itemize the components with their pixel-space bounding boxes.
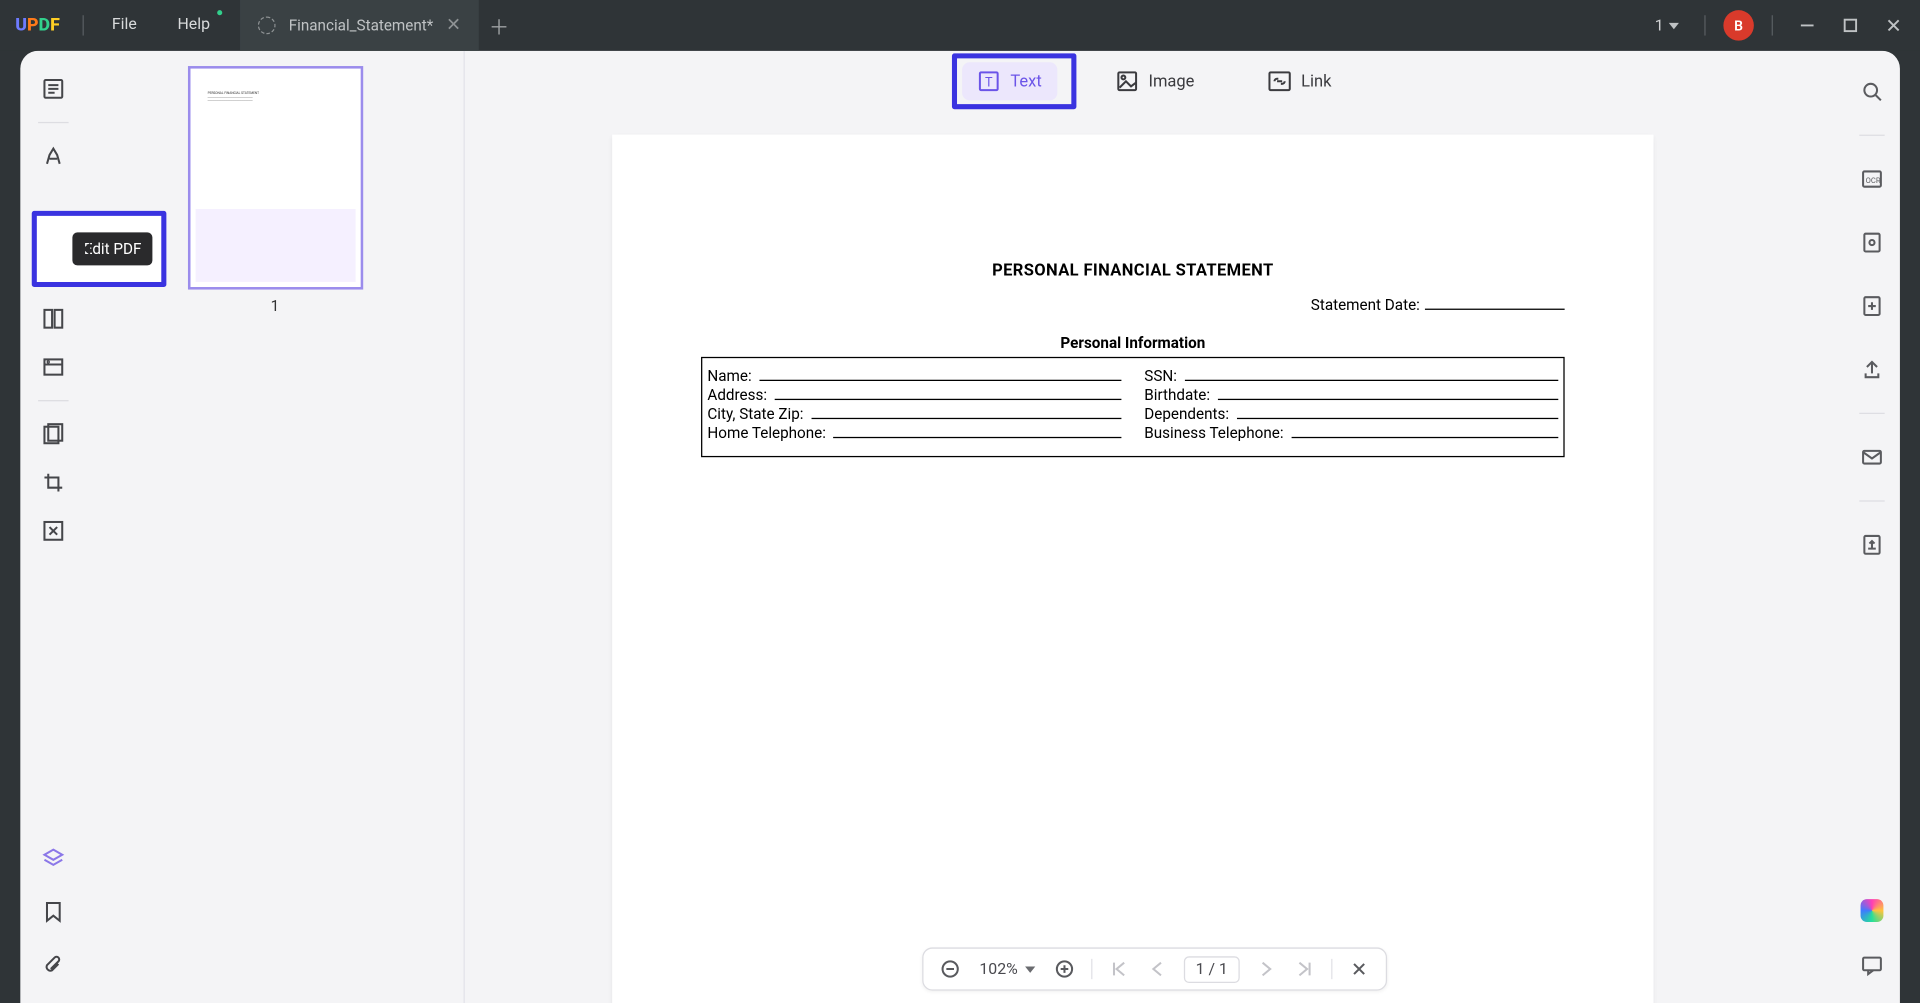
open-files-dropdown[interactable]: 1 bbox=[1647, 16, 1686, 35]
page-indicator[interactable]: 1 / 1 bbox=[1184, 956, 1239, 983]
flatten-button[interactable] bbox=[1852, 286, 1893, 327]
redact-tool[interactable] bbox=[33, 414, 74, 455]
export-button[interactable] bbox=[1852, 525, 1893, 566]
info-table: Name: Address: City, State Zip: Home Tel… bbox=[701, 357, 1565, 457]
field-label: City, State Zip: bbox=[707, 405, 803, 423]
app-shell: Edit PDF PERSONAL FINANCIAL STATEMENT───… bbox=[20, 51, 1900, 1003]
separator bbox=[1772, 15, 1773, 35]
edit-image-button[interactable]: Image bbox=[1100, 62, 1209, 100]
edit-link-button[interactable]: Link bbox=[1253, 62, 1347, 100]
tab-close-icon[interactable]: ✕ bbox=[446, 15, 461, 35]
layers-tool[interactable] bbox=[33, 838, 74, 879]
field-label: SSN: bbox=[1144, 367, 1177, 385]
edit-text-label: Text bbox=[1010, 72, 1041, 91]
separator bbox=[1704, 15, 1705, 35]
last-page-button[interactable] bbox=[1288, 953, 1321, 986]
titlebar: UPDF File Help Financial_Statement* ✕ ＋ … bbox=[0, 0, 1920, 51]
ocr-button[interactable]: OCR bbox=[1852, 159, 1893, 200]
chevron-down-icon bbox=[1025, 966, 1035, 972]
compress-tool[interactable] bbox=[33, 511, 74, 552]
next-page-button[interactable] bbox=[1249, 953, 1282, 986]
doc-title: PERSONAL FINANCIAL STATEMENT bbox=[701, 262, 1565, 281]
field-label: Address: bbox=[707, 386, 767, 404]
reader-tool[interactable] bbox=[33, 69, 74, 110]
statement-date: Statement Date: bbox=[701, 296, 1565, 314]
thumbnail-page-number: 1 bbox=[187, 297, 362, 315]
document-canvas: T Text Image Link PERSONAL FINANCIAL STA… bbox=[465, 51, 1844, 1003]
separator bbox=[1091, 959, 1092, 979]
first-page-button[interactable] bbox=[1103, 953, 1136, 986]
zoom-page-bar: 102% 1 / 1 bbox=[922, 947, 1386, 990]
edit-toolbar: T Text Image Link bbox=[962, 51, 1347, 112]
close-bar-button[interactable] bbox=[1342, 953, 1375, 986]
menu-help[interactable]: Help bbox=[157, 0, 230, 51]
close-button[interactable] bbox=[1877, 9, 1910, 42]
form-tool[interactable] bbox=[33, 347, 74, 388]
tab-title: Financial_Statement* bbox=[289, 17, 434, 35]
comment-button[interactable] bbox=[1852, 945, 1893, 986]
update-indicator bbox=[218, 10, 223, 15]
left-tool-rail bbox=[20, 51, 86, 1003]
separator bbox=[38, 400, 68, 401]
separator bbox=[38, 122, 68, 123]
zoom-dropdown[interactable]: 102% bbox=[972, 959, 1043, 978]
field-label: Dependents: bbox=[1144, 405, 1229, 423]
link-icon bbox=[1268, 70, 1291, 93]
separator bbox=[1331, 959, 1332, 979]
search-button[interactable] bbox=[1852, 71, 1893, 112]
svg-text:T: T bbox=[985, 75, 993, 90]
chevron-down-icon bbox=[1669, 22, 1679, 28]
organize-pages-tool[interactable] bbox=[33, 298, 74, 339]
separator bbox=[83, 15, 84, 35]
svg-text:OCR: OCR bbox=[1866, 176, 1881, 185]
email-button[interactable] bbox=[1852, 437, 1893, 478]
menu-file[interactable]: File bbox=[92, 0, 158, 51]
field-label: Business Telephone: bbox=[1144, 424, 1283, 442]
unsaved-icon bbox=[258, 17, 276, 35]
right-tool-rail: OCR bbox=[1844, 51, 1900, 1003]
image-icon bbox=[1115, 70, 1138, 93]
zoom-in-button[interactable] bbox=[1048, 953, 1081, 986]
separator bbox=[1859, 500, 1884, 501]
crop-tool[interactable] bbox=[33, 462, 74, 503]
document-tab[interactable]: Financial_Statement* ✕ bbox=[240, 0, 478, 51]
share-button[interactable] bbox=[1852, 349, 1893, 390]
edit-image-label: Image bbox=[1148, 72, 1194, 91]
text-icon: T bbox=[977, 70, 1000, 93]
edit-text-button[interactable]: T Text bbox=[962, 62, 1057, 100]
attachment-tool[interactable] bbox=[33, 945, 74, 986]
field-label: Name: bbox=[707, 367, 751, 385]
tooltip-arrow bbox=[83, 243, 91, 256]
thumbnail-panel: PERSONAL FINANCIAL STATEMENT────────────… bbox=[86, 51, 464, 1003]
field-label: Birthdate: bbox=[1144, 386, 1210, 404]
page-thumbnail[interactable]: PERSONAL FINANCIAL STATEMENT────────────… bbox=[187, 66, 362, 290]
separator bbox=[1859, 135, 1884, 136]
user-avatar[interactable]: B bbox=[1723, 10, 1753, 40]
zoom-out-button[interactable] bbox=[934, 953, 967, 986]
new-tab-button[interactable]: ＋ bbox=[479, 10, 520, 40]
prev-page-button[interactable] bbox=[1141, 953, 1174, 986]
thumbnail-preview: PERSONAL FINANCIAL STATEMENT────────────… bbox=[208, 91, 343, 102]
protect-button[interactable] bbox=[1852, 222, 1893, 263]
app-logo: UPDF bbox=[0, 15, 75, 35]
ai-icon[interactable] bbox=[1861, 899, 1884, 922]
section-heading: Personal Information bbox=[701, 334, 1565, 352]
pdf-page[interactable]: PERSONAL FINANCIAL STATEMENT Statement D… bbox=[612, 135, 1653, 1003]
field-label: Home Telephone: bbox=[707, 424, 826, 442]
edit-pdf-highlight: Edit PDF bbox=[32, 211, 167, 287]
separator bbox=[1859, 413, 1884, 414]
minimize-button[interactable] bbox=[1791, 9, 1824, 42]
maximize-button[interactable] bbox=[1834, 9, 1867, 42]
bookmark-tool[interactable] bbox=[33, 892, 74, 933]
annotate-tool[interactable] bbox=[33, 136, 74, 177]
edit-link-label: Link bbox=[1301, 72, 1331, 91]
